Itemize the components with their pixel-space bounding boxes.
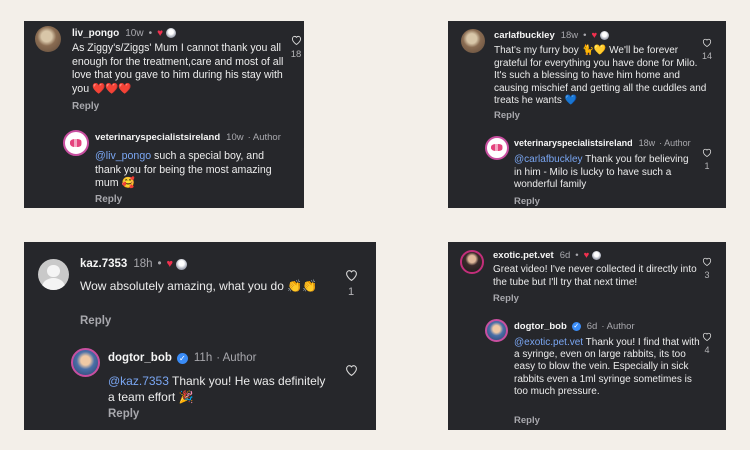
comment-card-carlafbuckley: carlafbuckley 18w • ♥ That's my furry bo… (448, 21, 726, 208)
separator-dot: • (583, 29, 587, 41)
comment-text: Great video! I've never collected it dir… (493, 264, 697, 288)
separator-dot: • (575, 249, 579, 261)
reply-username[interactable]: dogtor_bob (514, 321, 567, 332)
like-button[interactable]: 4 (697, 332, 717, 355)
reply-text: @kaz.7353 Thank you! He was definitely a… (108, 373, 330, 405)
author-label: · Author (216, 352, 257, 364)
creator-liked-heart-icon: ♥ (157, 27, 164, 39)
reply-time: 10w (226, 131, 244, 143)
reply-button[interactable]: Reply (514, 415, 540, 426)
avatar[interactable] (35, 26, 61, 52)
author-label: · Author (601, 321, 635, 332)
like-button[interactable] (340, 364, 362, 381)
comment-time: 10w (125, 27, 144, 39)
comment-text: Wow absolutely amazing, what you do 👏👏 (80, 279, 318, 293)
reply-username[interactable]: dogtor_bob (108, 352, 172, 364)
creator-liked-heart-icon: ♥ (166, 258, 174, 270)
comment-text: That's my furry boy 🐈💛 We'll be forever … (494, 45, 707, 107)
like-count: 18 (290, 49, 302, 60)
separator-dot: • (148, 27, 153, 39)
reply-button[interactable]: Reply (493, 293, 519, 304)
heart-outline-icon (291, 35, 301, 45)
mention-link[interactable]: @kaz.7353 (108, 374, 169, 388)
like-count: 1 (347, 286, 355, 298)
creator-liked-heart-icon: ♥ (583, 249, 590, 261)
heart-outline-icon (345, 365, 357, 376)
heart-outline-icon (702, 148, 712, 157)
avatar[interactable] (460, 250, 484, 274)
reply-button[interactable]: Reply (95, 194, 122, 205)
heart-outline-icon (345, 270, 357, 281)
comment-username[interactable]: carlafbuckley (494, 30, 555, 41)
heart-outline-icon (702, 332, 712, 341)
creator-avatar-icon (592, 250, 602, 260)
creator-avatar-icon (176, 258, 188, 270)
reply-time: 18w (638, 137, 656, 148)
like-button[interactable]: 1 (697, 148, 717, 171)
creator-avatar-icon (166, 28, 177, 38)
comment-time: 18h (133, 258, 153, 270)
comment-time: 18w (560, 29, 579, 41)
like-count: 3 (704, 270, 710, 280)
comment-time: 6d (559, 249, 571, 261)
comment-card-kaz-7353: kaz.7353 18h • ♥ Wow absolutely amazing,… (24, 242, 376, 430)
mention-link[interactable]: @exotic.pet.vet (514, 337, 583, 348)
reply-button[interactable]: Reply (494, 110, 520, 121)
reply-button[interactable]: Reply (514, 196, 540, 207)
reply-time: 6d (586, 321, 598, 332)
reply-button[interactable]: Reply (72, 101, 99, 112)
like-button[interactable]: 18 (286, 35, 304, 60)
avatar[interactable] (63, 130, 89, 156)
like-button[interactable]: 4 (298, 145, 304, 171)
author-label: · Author (659, 137, 691, 148)
comment-card-liv-pongo: liv_pongo 10w • ♥ As Ziggy's/Ziggs' Mum … (24, 21, 304, 208)
heart-outline-icon (303, 147, 304, 151)
reply-text: @liv_pongo such a special boy, and thank… (95, 150, 291, 191)
reply-time: 11h (193, 352, 213, 364)
like-count: 14 (701, 51, 712, 61)
comment-text: As Ziggy's/Ziggs' Mum I cannot thank you… (72, 42, 284, 95)
author-label: · Author (247, 131, 281, 143)
like-count: 1 (704, 161, 710, 171)
reply-username[interactable]: veterinaryspecialistsireland (514, 138, 633, 148)
separator-dot: • (157, 258, 162, 270)
mention-link[interactable]: @liv_pongo (95, 150, 151, 162)
reply-text: @exotic.pet.vet Thank you! I find that w… (514, 337, 700, 398)
comment-username[interactable]: liv_pongo (72, 28, 119, 39)
like-button[interactable]: 3 (697, 257, 717, 280)
avatar[interactable] (485, 136, 509, 160)
reply-text: @carlafbuckley Thank you for believing i… (514, 154, 694, 192)
reply-button[interactable]: Reply (80, 315, 111, 327)
avatar[interactable] (485, 319, 508, 342)
like-count: 4 (298, 160, 304, 171)
like-button[interactable]: 14 (697, 38, 717, 61)
creator-liked-heart-icon: ♥ (591, 29, 598, 41)
comment-username[interactable]: exotic.pet.vet (493, 250, 554, 261)
reply-button[interactable]: Reply (108, 408, 139, 420)
comment-username[interactable]: kaz.7353 (80, 258, 127, 270)
heart-outline-icon (702, 38, 712, 47)
like-count: 4 (704, 345, 710, 355)
verified-check-icon: ✓ (176, 352, 188, 364)
reply-username[interactable]: veterinaryspecialistsireland (95, 132, 220, 143)
avatar[interactable] (461, 29, 485, 53)
creator-avatar-icon (600, 30, 610, 40)
mention-link[interactable]: @carlafbuckley (514, 154, 583, 165)
heart-outline-icon (702, 257, 712, 266)
verified-check-icon: ✓ (571, 322, 581, 331)
avatar[interactable] (71, 348, 100, 377)
avatar[interactable] (38, 259, 69, 290)
like-button[interactable]: 1 (340, 269, 362, 298)
comment-card-exotic-pet-vet: exotic.pet.vet 6d • ♥ Great video! I've … (448, 242, 726, 430)
